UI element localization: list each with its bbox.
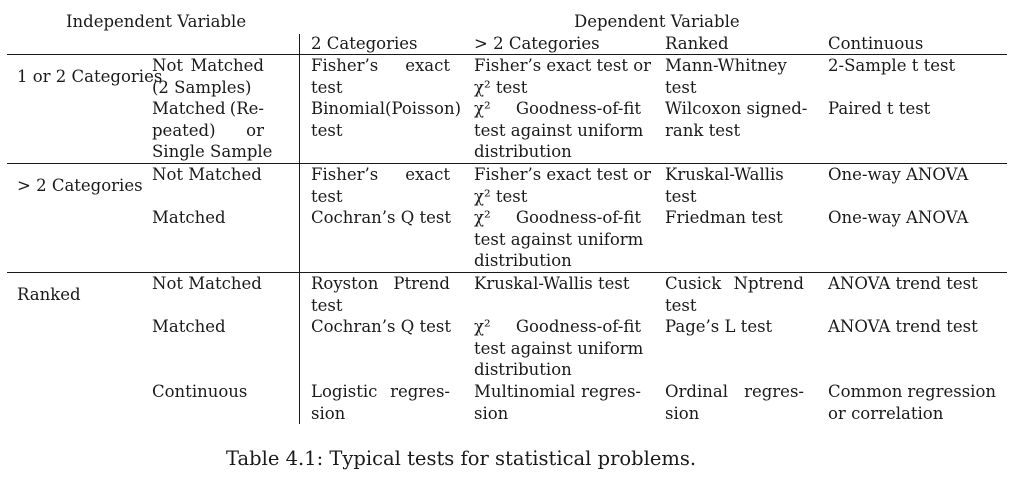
cell-chi2-goodness-of-fit-line3: distribution bbox=[474, 360, 572, 379]
cell-logistic-regression-line2: sion bbox=[311, 404, 346, 423]
table-caption: Table 4.1: Typical tests for statistical… bbox=[226, 447, 697, 470]
row-label-single-sample: Single Sample bbox=[152, 142, 273, 161]
row-label-matched: Matched bbox=[152, 317, 226, 336]
cell-fishers-exact: Fisher’s exact bbox=[311, 164, 450, 186]
cell-binomial-poisson-line2: test bbox=[311, 121, 343, 140]
row-label-not-matched: Not Matched bbox=[152, 55, 264, 77]
text: Goodness-of-fit bbox=[515, 208, 641, 227]
cell-multinomial-regression: Multinomial regres- bbox=[474, 381, 641, 403]
text: peated) bbox=[152, 121, 216, 140]
cell-mann-whitney-line2: test bbox=[665, 78, 697, 97]
text: Royston bbox=[311, 274, 379, 293]
cell-mann-whitney: Mann-Whitney bbox=[665, 56, 787, 75]
text: Logistic bbox=[311, 382, 378, 401]
text: Matched bbox=[152, 99, 226, 118]
text: Common bbox=[828, 382, 903, 401]
text: Ordinal bbox=[665, 382, 728, 401]
header-independent-variable: Independent Variable bbox=[66, 12, 247, 31]
cell-fishers-exact-line2: test bbox=[311, 78, 343, 97]
row-label-not-matched-line2: (2 Samples) bbox=[152, 78, 252, 97]
text: Nptrend bbox=[733, 274, 804, 293]
text: Multinomial bbox=[474, 382, 576, 401]
row-label-not-matched: Not Matched bbox=[152, 165, 262, 184]
cell-royston-ptrend-line2: test bbox=[311, 296, 343, 315]
cell-chi2-goodness-of-fit-line3: distribution bbox=[474, 142, 572, 161]
column-header-gt2-categories: > 2 Categories bbox=[474, 34, 600, 53]
cell-multinomial-regression-line2: sion bbox=[474, 404, 509, 423]
cell-fishers-exact-or-chi2: Fisher’s exact test or bbox=[474, 165, 652, 184]
cell-fishers-exact-or-chi2: Fisher’s exact test or bbox=[474, 56, 652, 75]
header-column-divider bbox=[299, 34, 300, 54]
column-header-continuous: Continuous bbox=[828, 34, 924, 53]
cell-cochrans-q-test: Cochran’s Q test bbox=[311, 208, 452, 227]
cell-kruskal-wallis-test: Kruskal-Wallis test bbox=[474, 274, 630, 293]
cell-ordinal-regression-line2: sion bbox=[665, 404, 700, 423]
text: Goodness-of-fit bbox=[515, 317, 641, 336]
text: (Re- bbox=[229, 99, 264, 118]
group-label-ranked: Ranked bbox=[17, 285, 81, 304]
text: exact bbox=[405, 56, 450, 75]
cell-chi2-test: χ² test bbox=[474, 187, 528, 206]
cell-cochrans-q-test: Cochran’s Q test bbox=[311, 317, 452, 336]
text: χ² bbox=[474, 99, 491, 118]
cell-chi2-goodness-of-fit: χ² Goodness-of-fit bbox=[474, 207, 641, 229]
group-label-gt2-categories: > 2 Categories bbox=[17, 176, 143, 195]
text: Not bbox=[152, 56, 184, 75]
cell-kruskal-wallis-line2: test bbox=[665, 187, 697, 206]
cell-one-way-anova: One-way ANOVA bbox=[828, 208, 969, 227]
cell-fishers-exact-line2: test bbox=[311, 187, 343, 206]
cell-fishers-exact: Fisher’s exact bbox=[311, 55, 450, 77]
cell-chi2-test: χ² test bbox=[474, 78, 528, 97]
cell-common-regression: Common regression bbox=[828, 381, 996, 403]
column-header-2-categories: 2 Categories bbox=[311, 34, 418, 53]
text: regres- bbox=[744, 382, 804, 401]
cell-royston-ptrend: Royston Ptrend bbox=[311, 273, 450, 295]
cell-chi2-goodness-of-fit: χ² Goodness-of-fit bbox=[474, 316, 641, 338]
row-label-matched-repeated-line2: peated) or bbox=[152, 120, 264, 142]
text: Fisher’s bbox=[311, 56, 379, 75]
row-label-not-matched: Not Matched bbox=[152, 274, 262, 293]
cell-chi2-goodness-of-fit: χ² Goodness-of-fit bbox=[474, 98, 641, 120]
text: Ptrend bbox=[393, 274, 450, 293]
cell-chi2-goodness-of-fit-line3: distribution bbox=[474, 251, 572, 270]
cell-2-sample-t-test: 2-Sample t test bbox=[828, 56, 956, 75]
text: regres- bbox=[390, 382, 450, 401]
cell-wilcoxon-signed-rank: Wilcoxon signed- bbox=[665, 99, 808, 118]
cell-chi2-goodness-of-fit-line2: test against uniform bbox=[474, 230, 644, 249]
cell-cusick-nptrend-line2: test bbox=[665, 296, 697, 315]
cell-ordinal-regression: Ordinal regres- bbox=[665, 381, 804, 403]
cell-chi2-goodness-of-fit-line2: test against uniform bbox=[474, 339, 644, 358]
cell-one-way-anova: One-way ANOVA bbox=[828, 165, 969, 184]
text: regression bbox=[907, 382, 996, 401]
cell-chi2-goodness-of-fit-line2: test against uniform bbox=[474, 121, 644, 140]
row-label-continuous: Continuous bbox=[152, 382, 248, 401]
text: χ² bbox=[474, 317, 491, 336]
text: exact bbox=[405, 165, 450, 184]
row-label-matched-repeated: Matched (Re- bbox=[152, 98, 264, 120]
column-header-ranked: Ranked bbox=[665, 34, 729, 53]
header-dependent-variable: Dependent Variable bbox=[574, 12, 740, 31]
cell-friedman-test: Friedman test bbox=[665, 208, 783, 227]
cell-anova-trend-test: ANOVA trend test bbox=[828, 317, 978, 336]
text: Fisher’s bbox=[311, 165, 379, 184]
group-label-1-or-2-categories: 1 or 2 Categories bbox=[17, 67, 163, 86]
body-column-divider bbox=[299, 55, 300, 424]
cell-pages-l-test: Page’s L test bbox=[665, 317, 773, 336]
text: regres- bbox=[581, 382, 641, 401]
cell-common-regression-line2: or correlation bbox=[828, 404, 944, 423]
cell-cusick-nptrend: Cusick Nptrend bbox=[665, 273, 804, 295]
text: Matched bbox=[190, 56, 264, 75]
row-label-matched: Matched bbox=[152, 208, 226, 227]
cell-binomial-poisson: Binomial(Poisson) bbox=[311, 99, 462, 118]
text: or bbox=[246, 121, 264, 140]
text: χ² bbox=[474, 208, 491, 227]
text: Cusick bbox=[665, 274, 722, 293]
cell-anova-trend-test: ANOVA trend test bbox=[828, 274, 978, 293]
cell-logistic-regression: Logistic regres- bbox=[311, 381, 450, 403]
cell-kruskal-wallis: Kruskal-Wallis bbox=[665, 165, 784, 184]
cell-wilcoxon-signed-rank-line2: rank test bbox=[665, 121, 741, 140]
cell-paired-t-test: Paired t test bbox=[828, 99, 931, 118]
text: Goodness-of-fit bbox=[515, 99, 641, 118]
